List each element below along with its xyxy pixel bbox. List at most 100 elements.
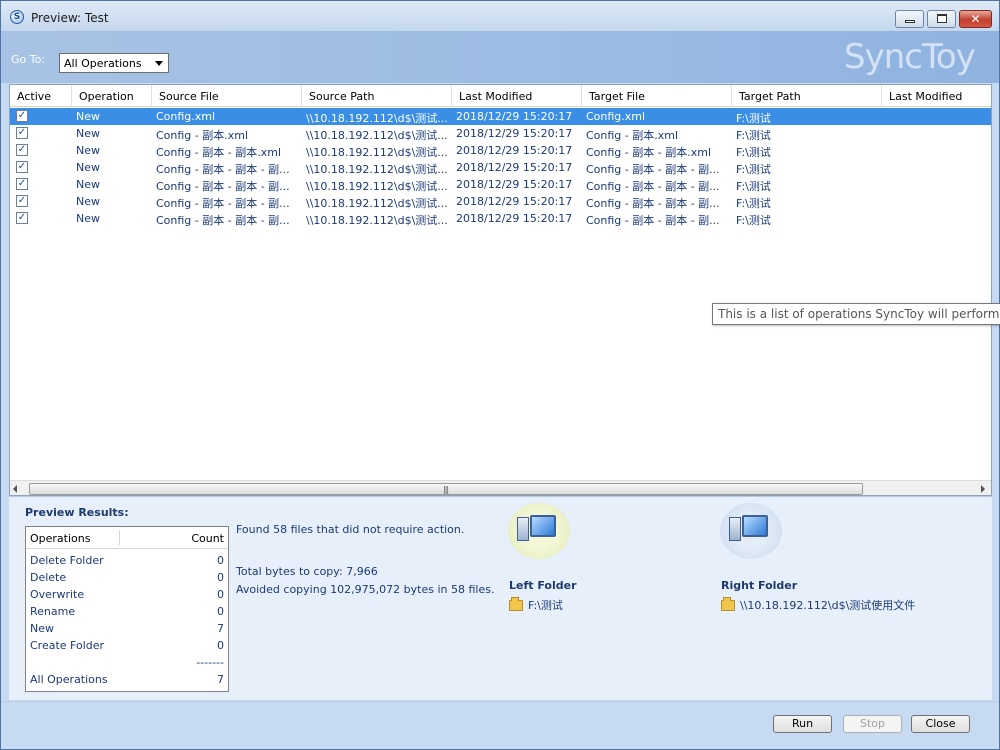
column-header-target-file[interactable]: Target File	[582, 85, 732, 107]
column-header-source-file[interactable]: Source File	[152, 85, 302, 107]
ops-row: Delete Folder 0	[26, 552, 228, 569]
left-folder-path: F:\测试	[528, 599, 563, 612]
cell-target-file: Config - 副本 - 副本 - 副...	[586, 197, 720, 210]
synctoy-app-icon: S	[10, 10, 24, 24]
active-checkbox[interactable]: ✓	[16, 161, 28, 173]
column-header-operation[interactable]: Operation	[72, 85, 152, 107]
cell-source-path: \\10.18.192.112\d$\测试...	[306, 146, 448, 159]
results-title: Preview Results:	[25, 506, 129, 519]
close-icon: ✕	[970, 12, 981, 26]
right-folder-block: Right Folder \\10.18.192.112\d$\测试使用文件	[719, 503, 989, 623]
ops-separator: -------	[196, 656, 224, 669]
grid-header: Active Operation Source File Source Path…	[10, 85, 991, 107]
table-row[interactable]: ✓ New Config - 副本 - 副本 - 副... \\10.18.192.1…	[10, 210, 991, 227]
ops-header-divider	[119, 530, 120, 545]
cell-source-path: \\10.18.192.112\d$\测试...	[306, 197, 448, 210]
ops-separator-row: -------	[26, 654, 228, 671]
table-row[interactable]: ✓ New Config - 副本 - 副本 - 副... \\10.18.192.1…	[10, 159, 991, 176]
ops-count: 7	[217, 622, 224, 635]
window-title: Preview: Test	[31, 11, 109, 25]
column-header-last-modified-target[interactable]: Last Modified	[882, 85, 991, 107]
close-window-button[interactable]: ✕	[959, 10, 992, 28]
ops-row: Delete 0	[26, 569, 228, 586]
active-checkbox[interactable]: ✓	[16, 178, 28, 190]
computer-icon	[508, 503, 570, 559]
cell-operation: New	[76, 127, 100, 140]
table-row[interactable]: ✓ New Config - 副本 - 副本 - 副... \\10.18.192.1…	[10, 176, 991, 193]
minimize-icon	[905, 20, 915, 23]
cell-last-modified: 2018/12/29 15:20:17	[456, 178, 573, 191]
minimize-button[interactable]	[895, 10, 924, 28]
cell-target-path: F:\测试	[736, 112, 771, 125]
ops-row: Overwrite 0	[26, 586, 228, 603]
cell-target-file: Config - 副本 - 副本 - 副...	[586, 163, 720, 176]
goto-selected-value: All Operations	[64, 57, 142, 70]
computer-icon	[720, 503, 782, 559]
folder-icon	[721, 597, 735, 611]
cell-target-path: F:\测试	[736, 146, 771, 159]
table-row[interactable]: ✓ New Config.xml \\10.18.192.112\d$\测试... 20…	[10, 108, 991, 125]
cell-target-path: F:\测试	[736, 163, 771, 176]
operations-grid[interactable]: Active Operation Source File Source Path…	[9, 84, 992, 496]
synctoy-logo: SyncToy	[844, 37, 976, 77]
cell-source-file: Config - 副本.xml	[156, 129, 249, 142]
monitor-shape	[530, 515, 556, 537]
title-bar: S Preview: Test ✕	[1, 1, 999, 31]
tower-shape	[729, 517, 741, 541]
table-row[interactable]: ✓ New Config - 副本 - 副本 - 副... \\10.18.192.1…	[10, 193, 991, 210]
ops-name: New	[30, 622, 54, 635]
ops-total-name: All Operations	[30, 673, 108, 686]
goto-label: Go To:	[11, 53, 46, 66]
run-button[interactable]: Run	[773, 715, 832, 733]
goto-dropdown[interactable]: All Operations	[59, 53, 169, 73]
cell-operation: New	[76, 144, 100, 157]
cell-last-modified: 2018/12/29 15:20:17	[456, 144, 573, 157]
cell-last-modified: 2018/12/29 15:20:17	[456, 110, 573, 123]
cell-last-modified: 2018/12/29 15:20:17	[456, 212, 573, 225]
column-header-target-path[interactable]: Target Path	[732, 85, 882, 107]
ops-name: Delete Folder	[30, 554, 104, 567]
ops-header-operations: Operations	[30, 532, 91, 545]
cell-operation: New	[76, 178, 100, 191]
maximize-button[interactable]	[927, 10, 956, 28]
scroll-right-icon[interactable]	[981, 485, 985, 493]
stop-button: Stop	[843, 715, 902, 733]
table-row[interactable]: ✓ New Config - 副本 - 副本.xml \\10.18.192.112\…	[10, 142, 991, 159]
tower-shape	[517, 517, 529, 541]
ops-count: 0	[217, 639, 224, 652]
cell-operation: New	[76, 195, 100, 208]
active-checkbox[interactable]: ✓	[16, 195, 28, 207]
preview-window: S Preview: Test ✕ Go To: All Operations …	[0, 0, 1000, 750]
active-checkbox[interactable]: ✓	[16, 127, 28, 139]
cell-target-path: F:\测试	[736, 197, 771, 210]
scroll-left-icon[interactable]	[13, 485, 17, 493]
scrollbar-thumb[interactable]: |||	[29, 483, 863, 495]
active-checkbox[interactable]: ✓	[16, 144, 28, 156]
column-header-active[interactable]: Active	[10, 85, 72, 107]
active-checkbox[interactable]: ✓	[16, 212, 28, 224]
close-button[interactable]: Close	[911, 715, 970, 733]
column-header-last-modified-source[interactable]: Last Modified	[452, 85, 582, 107]
right-folder-label: Right Folder	[721, 579, 798, 592]
left-folder-block: Left Folder F:\测试	[507, 503, 707, 623]
ops-total-count: 7	[217, 673, 224, 686]
ops-row: Create Folder 0	[26, 637, 228, 654]
bottom-button-bar: Run Stop Close	[1, 701, 999, 749]
cell-operation: New	[76, 161, 100, 174]
maximize-icon	[937, 14, 947, 23]
cell-target-file: Config - 副本 - 副本 - 副...	[586, 214, 720, 227]
table-row[interactable]: ✓ New Config - 副本.xml \\10.18.192.112\d$\测试…	[10, 125, 991, 142]
header-band: Go To: All Operations SyncToy	[1, 31, 999, 83]
cell-target-file: Config - 副本.xml	[586, 129, 679, 142]
horizontal-scrollbar[interactable]: |||	[10, 480, 991, 495]
ops-row: Rename 0	[26, 603, 228, 620]
active-checkbox[interactable]: ✓	[16, 110, 28, 122]
ops-name: Create Folder	[30, 639, 105, 652]
ops-name: Rename	[30, 605, 76, 618]
total-bytes-text: Total bytes to copy: 7,966	[236, 565, 378, 578]
cell-source-path: \\10.18.192.112\d$\测试...	[306, 180, 448, 193]
cell-last-modified: 2018/12/29 15:20:17	[456, 195, 573, 208]
column-header-source-path[interactable]: Source Path	[302, 85, 452, 107]
ops-header-count: Count	[191, 532, 224, 545]
folder-icon	[509, 597, 523, 611]
